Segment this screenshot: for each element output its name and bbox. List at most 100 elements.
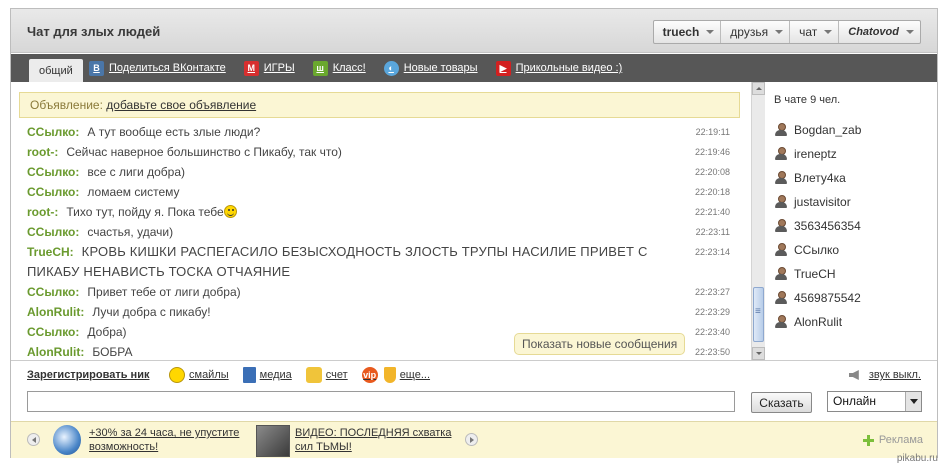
ad-next-button[interactable]	[465, 433, 478, 446]
message-row: root-: Тихо тут, пойду я. Пока тебе 22:21:…	[11, 202, 746, 222]
message-time: 22:20:08	[694, 167, 730, 177]
tab-general[interactable]: общий	[29, 59, 83, 82]
message-nick[interactable]: AlonRulit:	[27, 345, 84, 359]
message-nick[interactable]: ССылко:	[27, 285, 79, 299]
message-nick[interactable]: ССылко:	[27, 165, 79, 179]
ad-link-2[interactable]: ВИДЕО: ПОСЛЕДНЯЯ схватка сил ТЬМЫ!	[295, 426, 460, 454]
menu-friends-label: друзья	[730, 25, 769, 39]
chat-window: Чат для злых людей truech друзья чат Cha…	[10, 8, 938, 458]
menu-chatovod[interactable]: Chatovod	[839, 21, 920, 43]
user-item[interactable]: AlonRulit	[774, 310, 861, 334]
user-icon	[774, 291, 788, 305]
user-name: Bogdan_zab	[794, 123, 862, 137]
message-time: 22:23:40	[694, 327, 730, 337]
link-funny-video[interactable]: ▶ Прикольные видео :)	[495, 60, 623, 76]
message-row: root-: Сейчас наверное большинство с Пика…	[11, 142, 746, 162]
user-list-panel: В чате 9 чел. Bogdan_zab ireneptz Влету4ка…	[766, 82, 937, 360]
user-item[interactable]: TrueCH	[774, 262, 861, 286]
show-new-messages-button[interactable]: Показать новые сообщения	[514, 333, 686, 355]
user-icon	[774, 267, 788, 281]
chat-scrollbar[interactable]	[751, 82, 765, 360]
message-input[interactable]	[27, 391, 735, 412]
message-row: ССылко: счастья, удачи) 22:23:11	[11, 222, 746, 242]
input-row: Сказать Онлайн	[11, 389, 937, 421]
message-nick[interactable]: root-:	[27, 205, 58, 219]
user-icon	[774, 171, 788, 185]
message-time: 22:21:40	[694, 207, 730, 217]
scroll-up-button[interactable]	[752, 82, 765, 95]
account-label: счет	[325, 369, 348, 381]
register-nick-link[interactable]: Зарегистрировать ник	[27, 369, 149, 381]
add-announcement-link[interactable]: добавьте свое объявление	[106, 98, 256, 112]
menu-chat[interactable]: чат	[790, 21, 840, 43]
online-count: В чате 9 чел.	[774, 94, 841, 106]
ad-label[interactable]: Реклама	[862, 434, 923, 446]
user-name: 4569875542	[794, 291, 861, 305]
message-nick[interactable]: ССылко:	[27, 225, 79, 239]
chevron-down-icon	[905, 392, 921, 411]
say-button[interactable]: Сказать	[751, 392, 812, 413]
sound-toggle[interactable]: звук выкл.	[848, 369, 921, 381]
plus-icon	[862, 434, 874, 446]
scroll-thumb[interactable]	[753, 287, 764, 342]
link-class-label: Класс!	[332, 62, 366, 74]
media-button[interactable]: медиа	[242, 367, 292, 383]
message-nick[interactable]: root-:	[27, 145, 58, 159]
user-item[interactable]: Влету4ка	[774, 166, 861, 190]
message-text: КРОВЬ КИШКИ РАСПЕГАСИЛО БЕЗЫСХОДНОСТЬ ЗЛ…	[27, 244, 648, 279]
message-row: ССылко: все с лиги добра) 22:20:08	[11, 162, 746, 182]
chevron-down-icon	[906, 30, 914, 34]
message-time: 22:19:11	[695, 127, 730, 137]
link-funny-video-label: Прикольные видео :)	[515, 62, 623, 74]
message-time: 22:20:18	[694, 187, 730, 197]
globe-icon[interactable]	[53, 425, 81, 455]
tab-links: B Поделиться ВКонтакте M ИГРЫ ш Класс! ◐ Нов…	[89, 54, 640, 82]
message-text: Привет тебе от лиги добра)	[87, 285, 241, 299]
user-item[interactable]: ССылко	[774, 238, 861, 262]
ad-thumbnail[interactable]	[256, 425, 290, 457]
media-label: медиа	[259, 369, 292, 381]
user-name: AlonRulit	[794, 315, 843, 329]
tab-bar: общий B Поделиться ВКонтакте M ИГРЫ ш Класс…	[11, 54, 937, 82]
user-item[interactable]: 4569875542	[774, 286, 861, 310]
smiley-icon	[169, 367, 185, 383]
ad-label-text: Реклама	[878, 434, 923, 446]
message-nick[interactable]: ССылко:	[27, 325, 79, 339]
status-select[interactable]: Онлайн	[827, 391, 922, 412]
watermark: pikabu.ru	[896, 453, 938, 464]
more-button[interactable]: vip еще...	[361, 367, 430, 383]
user-item[interactable]: ireneptz	[774, 142, 861, 166]
message-time: 22:23:14	[694, 247, 730, 257]
chevron-down-icon	[775, 30, 784, 34]
message-time: 22:23:11	[695, 227, 730, 237]
user-item[interactable]: Bogdan_zab	[774, 118, 861, 142]
user-icon	[774, 123, 788, 137]
smileys-button[interactable]: смайлы	[169, 367, 229, 383]
announcement-prefix: Объявление:	[30, 98, 103, 112]
account-button[interactable]: счет	[305, 367, 348, 383]
link-new-goods[interactable]: ◐ Новые товары	[383, 60, 478, 76]
vk-icon: B	[89, 60, 104, 76]
link-class[interactable]: ш Класс!	[312, 60, 366, 76]
goods-icon: ◐	[383, 60, 399, 76]
games-icon: M	[243, 60, 259, 76]
ad-link-1[interactable]: +30% за 24 часа, не упустите возможность…	[89, 426, 249, 454]
coins-icon	[305, 367, 322, 383]
menu-user[interactable]: truech	[654, 21, 722, 43]
scroll-down-button[interactable]	[752, 347, 765, 360]
user-item[interactable]: 3563456354	[774, 214, 861, 238]
message-nick[interactable]: TrueCH:	[27, 245, 74, 259]
message-time: 22:19:46	[694, 147, 730, 157]
message-time: 22:23:27	[694, 287, 730, 297]
user-name: ireneptz	[794, 147, 837, 161]
message-nick[interactable]: ССылко:	[27, 125, 79, 139]
message-nick[interactable]: AlonRulit:	[27, 305, 84, 319]
user-item[interactable]: justavisitor	[774, 190, 861, 214]
ad-prev-button[interactable]	[27, 433, 40, 446]
menu-friends[interactable]: друзья	[721, 21, 791, 43]
link-games[interactable]: M ИГРЫ	[243, 60, 295, 76]
message-nick[interactable]: ССылко:	[27, 185, 79, 199]
top-menu: truech друзья чат Chatovod	[652, 20, 921, 44]
link-share-vk[interactable]: B Поделиться ВКонтакте	[89, 60, 226, 76]
user-name: 3563456354	[794, 219, 861, 233]
